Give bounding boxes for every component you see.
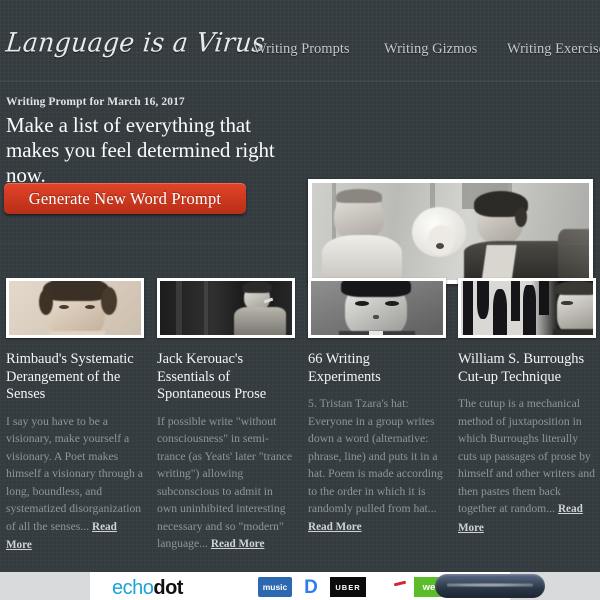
article-card[interactable]: Rimbaud's Systematic Derangement of the … — [6, 278, 144, 555]
article-thumbnail-frame[interactable] — [157, 278, 295, 338]
ad-partner-logos: music D UBER we — [258, 576, 444, 598]
prompt-block: Writing Prompt for March 16, 2017 Make a… — [6, 96, 296, 188]
article-excerpt: The cutup is a mechanical method of juxt… — [458, 395, 596, 537]
nav-item-writing-prompts[interactable]: Writing Prompts — [253, 41, 350, 58]
article-excerpt: 5. Tristan Tzara's hat: Everyone in a gr… — [308, 395, 446, 536]
hero-photo — [312, 183, 589, 280]
article-card[interactable]: Jack Kerouac's Essentials of Spontaneous… — [157, 278, 295, 554]
article-image-tzara — [311, 281, 443, 335]
article-card[interactable]: William S. Burroughs Cut-up Technique Th… — [458, 278, 596, 537]
article-image-kerouac — [160, 281, 292, 335]
article-excerpt-text: The cutup is a mechanical method of juxt… — [458, 397, 595, 515]
article-title[interactable]: Jack Kerouac's Essentials of Spontaneous… — [157, 351, 295, 404]
advertisement-banner[interactable]: echodot music D UBER we — [0, 572, 600, 600]
article-excerpt: I say you have to be a visionary, make y… — [6, 413, 144, 555]
ad-logo-music: music — [258, 577, 292, 597]
site-logo[interactable]: Language is a Virus — [4, 26, 267, 60]
nav-item-writing-gizmos[interactable]: Writing Gizmos — [384, 41, 477, 58]
article-title[interactable]: 66 Writing Experiments — [308, 351, 446, 386]
main-navigation: Writing Prompts Writing Gizmos Writing E… — [253, 41, 600, 63]
ad-brand-name: echodot — [112, 577, 183, 600]
article-thumbnail-frame[interactable] — [6, 278, 144, 338]
article-title[interactable]: Rimbaud's Systematic Derangement of the … — [6, 351, 144, 404]
article-excerpt-text: 5. Tristan Tzara's hat: Everyone in a gr… — [308, 397, 443, 515]
hero-section: Writing Prompt for March 16, 2017 Make a… — [0, 82, 600, 284]
article-thumbnail-frame[interactable] — [308, 278, 446, 338]
article-excerpt: If possible write "without consciousness… — [157, 413, 295, 554]
ad-logo-capital-one — [372, 577, 408, 597]
article-thumbnail-frame[interactable] — [458, 278, 596, 338]
article-image-rimbaud — [9, 281, 141, 335]
ad-brand-prefix: echo — [112, 577, 154, 599]
article-excerpt-text: I say you have to be a visionary, make y… — [6, 414, 143, 533]
prompt-date-label: Writing Prompt for March 16, 2017 — [6, 96, 185, 108]
page-root: Language is a Virus Writing Prompts Writ… — [0, 0, 600, 600]
hero-photo-frame — [308, 179, 593, 284]
section-divider — [0, 243, 600, 244]
advertisement-content[interactable]: echodot music D UBER we — [90, 572, 545, 600]
ad-logo-domino: D — [298, 577, 324, 597]
article-title[interactable]: William S. Burroughs Cut-up Technique — [458, 351, 596, 386]
site-header: Language is a Virus Writing Prompts Writ… — [0, 0, 600, 82]
generate-new-word-prompt-button[interactable]: Generate New Word Prompt — [4, 183, 246, 214]
ad-logo-uber: UBER — [330, 577, 366, 597]
article-image-burroughs — [461, 281, 593, 335]
read-more-link[interactable]: Read More — [211, 538, 265, 550]
ad-echo-dot-device-image — [435, 574, 545, 598]
nav-item-writing-exercises[interactable]: Writing Exercises — [507, 41, 600, 58]
article-excerpt-text: If possible write "without consciousness… — [157, 414, 293, 551]
ad-brand-suffix: dot — [153, 577, 183, 599]
prompt-headline: Make a list of everything that makes you… — [6, 113, 275, 187]
article-card[interactable]: 66 Writing Experiments 5. Tristan Tzara'… — [308, 278, 446, 536]
read-more-link[interactable]: Read More — [308, 521, 362, 533]
